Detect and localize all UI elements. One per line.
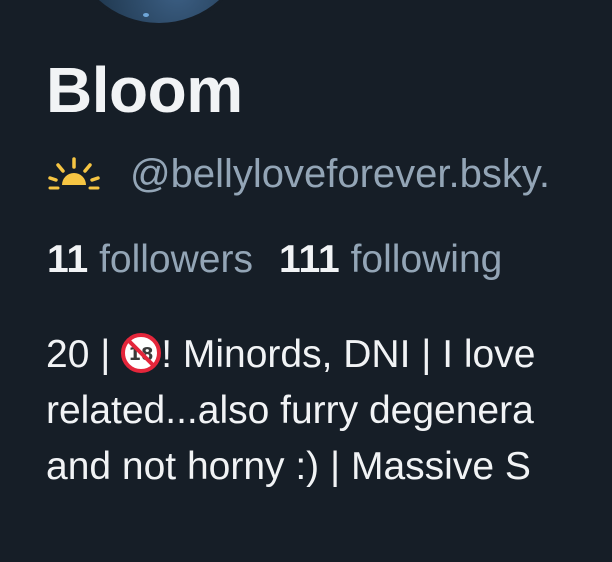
avatar[interactable] xyxy=(66,0,252,26)
no-under-18-icon: 18 xyxy=(121,333,162,373)
sunrise-icon xyxy=(48,157,100,190)
following-link[interactable]: 111 following xyxy=(279,238,502,281)
following-count: 111 xyxy=(278,238,340,281)
profile-bio: 20 | 18 ! Minords, DNI | I love related.… xyxy=(46,327,612,495)
handle-row[interactable]: @bellyloveforever.bsky. xyxy=(48,150,550,198)
bio-line-2: related...also furry degenera xyxy=(46,389,534,432)
profile-handle[interactable]: @bellyloveforever.bsky. xyxy=(130,152,550,197)
bio-line-1-start: 20 | xyxy=(46,333,122,376)
bio-line-1-end: ! Minords, DNI | I love xyxy=(161,333,536,376)
avatar-highlight xyxy=(143,13,149,17)
following-label: following xyxy=(350,238,503,281)
profile-stats: 11 followers 111 following xyxy=(47,236,502,284)
followers-count: 11 xyxy=(47,238,89,281)
followers-label: followers xyxy=(99,238,253,281)
followers-link[interactable]: 11 followers xyxy=(47,238,253,281)
bio-line-1: 20 | 18 ! Minords, DNI | I love xyxy=(46,327,612,383)
display-name: Bloom xyxy=(46,54,243,126)
bio-line-3: and not horny :) | Massive S xyxy=(46,445,531,488)
